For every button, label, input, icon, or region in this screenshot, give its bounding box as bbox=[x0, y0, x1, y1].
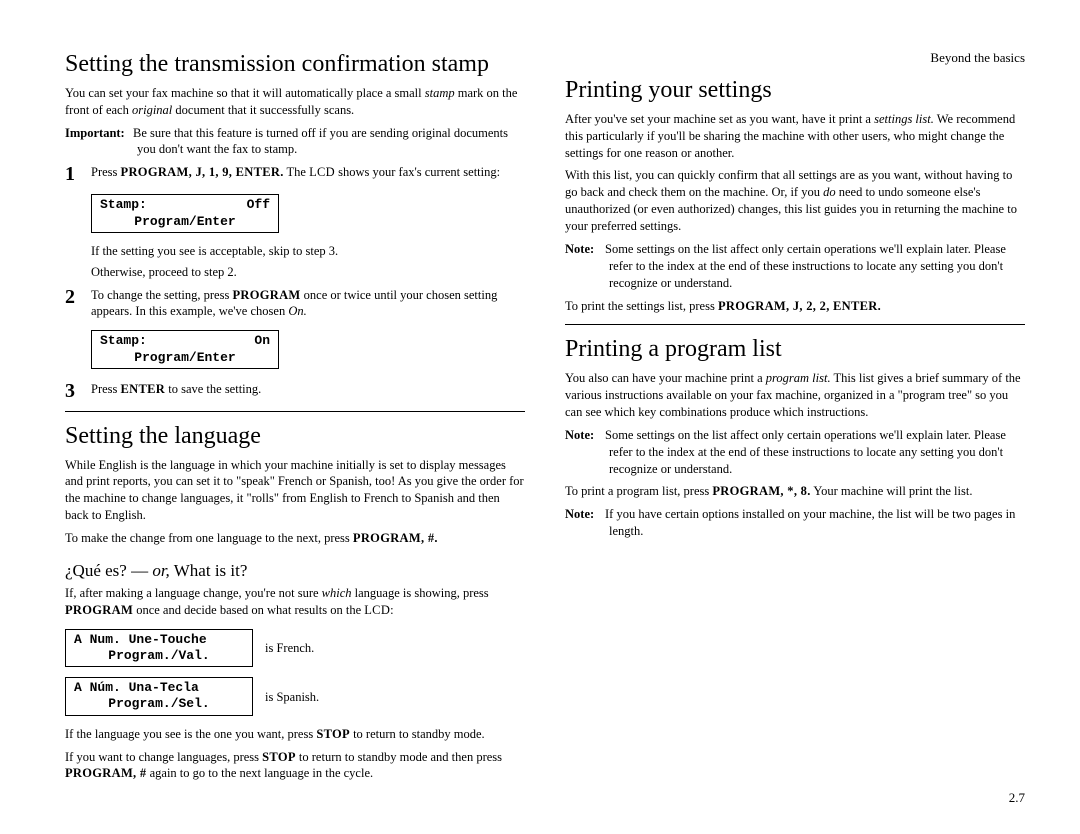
settings-p2: With this list, you can quickly confirm … bbox=[565, 167, 1025, 235]
lcd-spanish: A Núm. Una-Tecla Program./Sel. bbox=[65, 677, 253, 716]
subheading-que-es: ¿Qué es? — or, What is it? bbox=[65, 561, 525, 581]
program-list-print-instruction: To print a program list, press PROGRAM, … bbox=[565, 483, 1025, 500]
right-column: Beyond the basics Printing your settings… bbox=[565, 50, 1025, 788]
program-list-note-2: Note:If you have certain options install… bbox=[565, 506, 1025, 540]
section-rule bbox=[65, 411, 525, 412]
language-make-change: To make the change from one language to … bbox=[65, 530, 525, 547]
settings-print-instruction: To print the settings list, press PROGRA… bbox=[565, 298, 1025, 315]
lcd-french-row: A Num. Une-Touche Program./Val. is Frenc… bbox=[65, 625, 525, 674]
language-intro: While English is the language in which y… bbox=[65, 457, 525, 525]
lcd-stamp-on: Stamp:On Program/Enter bbox=[91, 330, 279, 369]
important-note: Important:Be sure that this feature is t… bbox=[65, 125, 525, 159]
page-number: 2.7 bbox=[1009, 790, 1025, 806]
lcd-stamp-off: Stamp:Off Program/Enter bbox=[91, 194, 279, 233]
heading-language: Setting the language bbox=[65, 422, 525, 451]
left-column: Setting the transmission confirmation st… bbox=[65, 50, 525, 788]
stamp-intro: You can set your fax machine so that it … bbox=[65, 85, 525, 119]
language-change-again: If you want to change languages, press S… bbox=[65, 749, 525, 783]
stamp-step2: 2 To change the setting, press PROGRAM o… bbox=[65, 287, 525, 321]
page: Setting the transmission confirmation st… bbox=[0, 0, 1080, 818]
settings-note-1: Note:Some settings on the list affect on… bbox=[565, 241, 1025, 292]
step-2: 2 To change the setting, press PROGRAM o… bbox=[65, 287, 525, 321]
settings-p1: After you've set your machine set as you… bbox=[565, 111, 1025, 162]
program-list-note-1: Note:Some settings on the list affect on… bbox=[565, 427, 1025, 478]
stamp-steps: 1 Press PROGRAM, J, 1, 9, ENTER. The LCD… bbox=[65, 164, 525, 184]
program-list-p1: You also can have your machine print a p… bbox=[565, 370, 1025, 421]
is-french: is French. bbox=[265, 641, 314, 656]
section-rule-right bbox=[565, 324, 1025, 325]
que-es-text: If, after making a language change, you'… bbox=[65, 585, 525, 619]
heading-print-settings: Printing your settings bbox=[565, 76, 1025, 105]
running-head: Beyond the basics bbox=[565, 50, 1025, 66]
step-3: 3 Press ENTER to save the setting. bbox=[65, 381, 525, 401]
post-lcd-1b: Otherwise, proceed to step 2. bbox=[91, 264, 525, 281]
is-spanish: is Spanish. bbox=[265, 690, 319, 705]
stamp-step3: 3 Press ENTER to save the setting. bbox=[65, 381, 525, 401]
post-lcd-1a: If the setting you see is acceptable, sk… bbox=[91, 243, 525, 260]
heading-program-list: Printing a program list bbox=[565, 335, 1025, 364]
lcd-french: A Num. Une-Touche Program./Val. bbox=[65, 629, 253, 668]
step-1: 1 Press PROGRAM, J, 1, 9, ENTER. The LCD… bbox=[65, 164, 525, 184]
language-stop: If the language you see is the one you w… bbox=[65, 726, 525, 743]
heading-stamp: Setting the transmission confirmation st… bbox=[65, 50, 525, 79]
lcd-spanish-row: A Núm. Una-Tecla Program./Sel. is Spanis… bbox=[65, 673, 525, 722]
